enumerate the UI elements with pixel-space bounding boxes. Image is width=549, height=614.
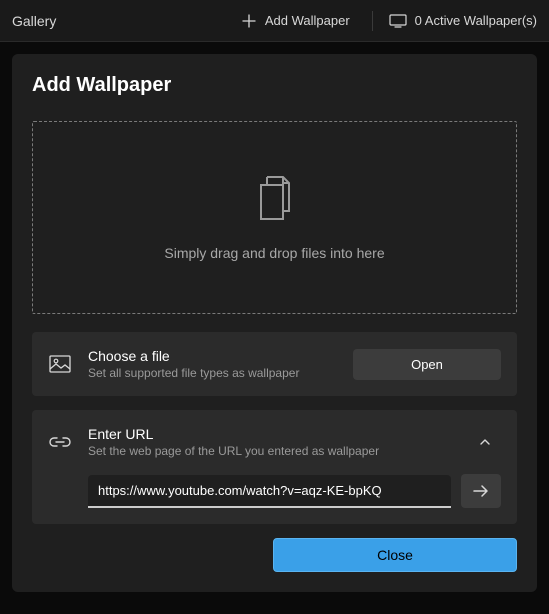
add-wallpaper-button[interactable]: Add Wallpaper bbox=[235, 9, 356, 33]
monitor-icon bbox=[389, 13, 407, 29]
dropzone-text: Simply drag and drop files into here bbox=[164, 245, 384, 261]
choose-file-subtitle: Set all supported file types as wallpape… bbox=[88, 366, 337, 380]
copy-icon bbox=[255, 175, 295, 221]
arrow-right-icon bbox=[472, 484, 490, 498]
plus-icon bbox=[241, 13, 257, 29]
choose-file-section: Choose a file Set all supported file typ… bbox=[32, 332, 517, 396]
active-count-label: 0 Active Wallpaper(s) bbox=[415, 13, 537, 28]
header-actions: Add Wallpaper 0 Active Wallpaper(s) bbox=[235, 9, 537, 33]
header-divider bbox=[372, 11, 373, 31]
enter-url-subtitle: Set the web page of the URL you entered … bbox=[88, 444, 453, 458]
close-button[interactable]: Close bbox=[273, 538, 517, 572]
go-button[interactable] bbox=[461, 474, 501, 508]
open-button[interactable]: Open bbox=[353, 349, 501, 380]
add-wallpaper-dialog: Add Wallpaper Simply drag and drop files… bbox=[12, 54, 537, 592]
app-header: Gallery Add Wallpaper 0 Active Wallpaper… bbox=[0, 0, 549, 42]
choose-file-title: Choose a file bbox=[88, 348, 337, 364]
gallery-title: Gallery bbox=[12, 13, 56, 29]
link-icon bbox=[48, 435, 72, 449]
collapse-button[interactable] bbox=[469, 426, 501, 458]
enter-url-section: Enter URL Set the web page of the URL yo… bbox=[32, 410, 517, 524]
dialog-title: Add Wallpaper bbox=[32, 74, 517, 97]
image-icon bbox=[48, 355, 72, 373]
dropzone[interactable]: Simply drag and drop files into here bbox=[32, 121, 517, 314]
url-input[interactable] bbox=[88, 475, 451, 508]
enter-url-title: Enter URL bbox=[88, 426, 453, 442]
active-wallpapers-info[interactable]: 0 Active Wallpaper(s) bbox=[389, 13, 537, 29]
chevron-up-icon bbox=[479, 438, 491, 446]
add-wallpaper-label: Add Wallpaper bbox=[265, 13, 350, 28]
dialog-footer: Close bbox=[32, 538, 517, 572]
